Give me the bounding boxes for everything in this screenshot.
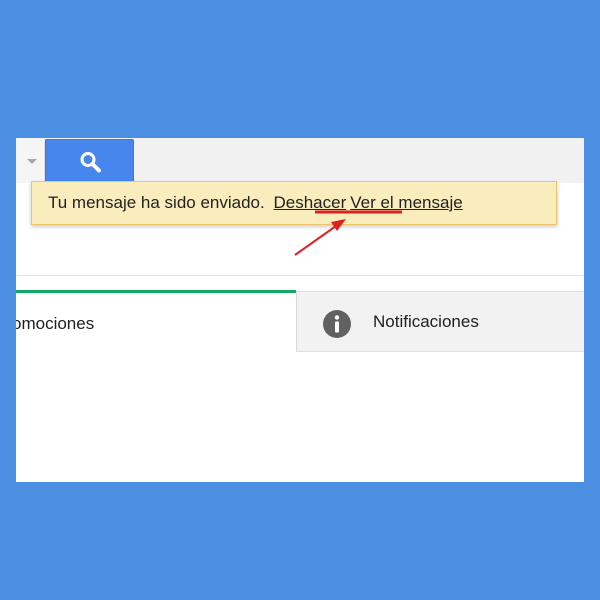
search-options-dropdown[interactable]	[16, 138, 45, 183]
tab-label: omociones	[16, 314, 95, 333]
tab-label: Notificaciones	[373, 312, 479, 331]
view-message-link[interactable]: Ver el mensaje	[350, 193, 462, 212]
chevron-down-icon	[27, 159, 37, 164]
search-icon	[80, 152, 101, 173]
sent-notification: Tu mensaje ha sido enviado. Deshacer Ver …	[31, 181, 557, 225]
search-toolbar	[16, 138, 584, 183]
undo-link[interactable]: Deshacer	[273, 193, 346, 212]
tab-promociones[interactable]: omociones	[16, 290, 296, 352]
tab-notificaciones[interactable]: Notificaciones	[296, 291, 584, 352]
search-button[interactable]	[45, 139, 134, 183]
gmail-screenshot: Tu mensaje ha sido enviado. Deshacer Ver …	[16, 138, 584, 482]
sent-message: Tu mensaje ha sido enviado.	[48, 193, 265, 212]
divider	[16, 275, 584, 276]
info-icon	[323, 310, 351, 338]
